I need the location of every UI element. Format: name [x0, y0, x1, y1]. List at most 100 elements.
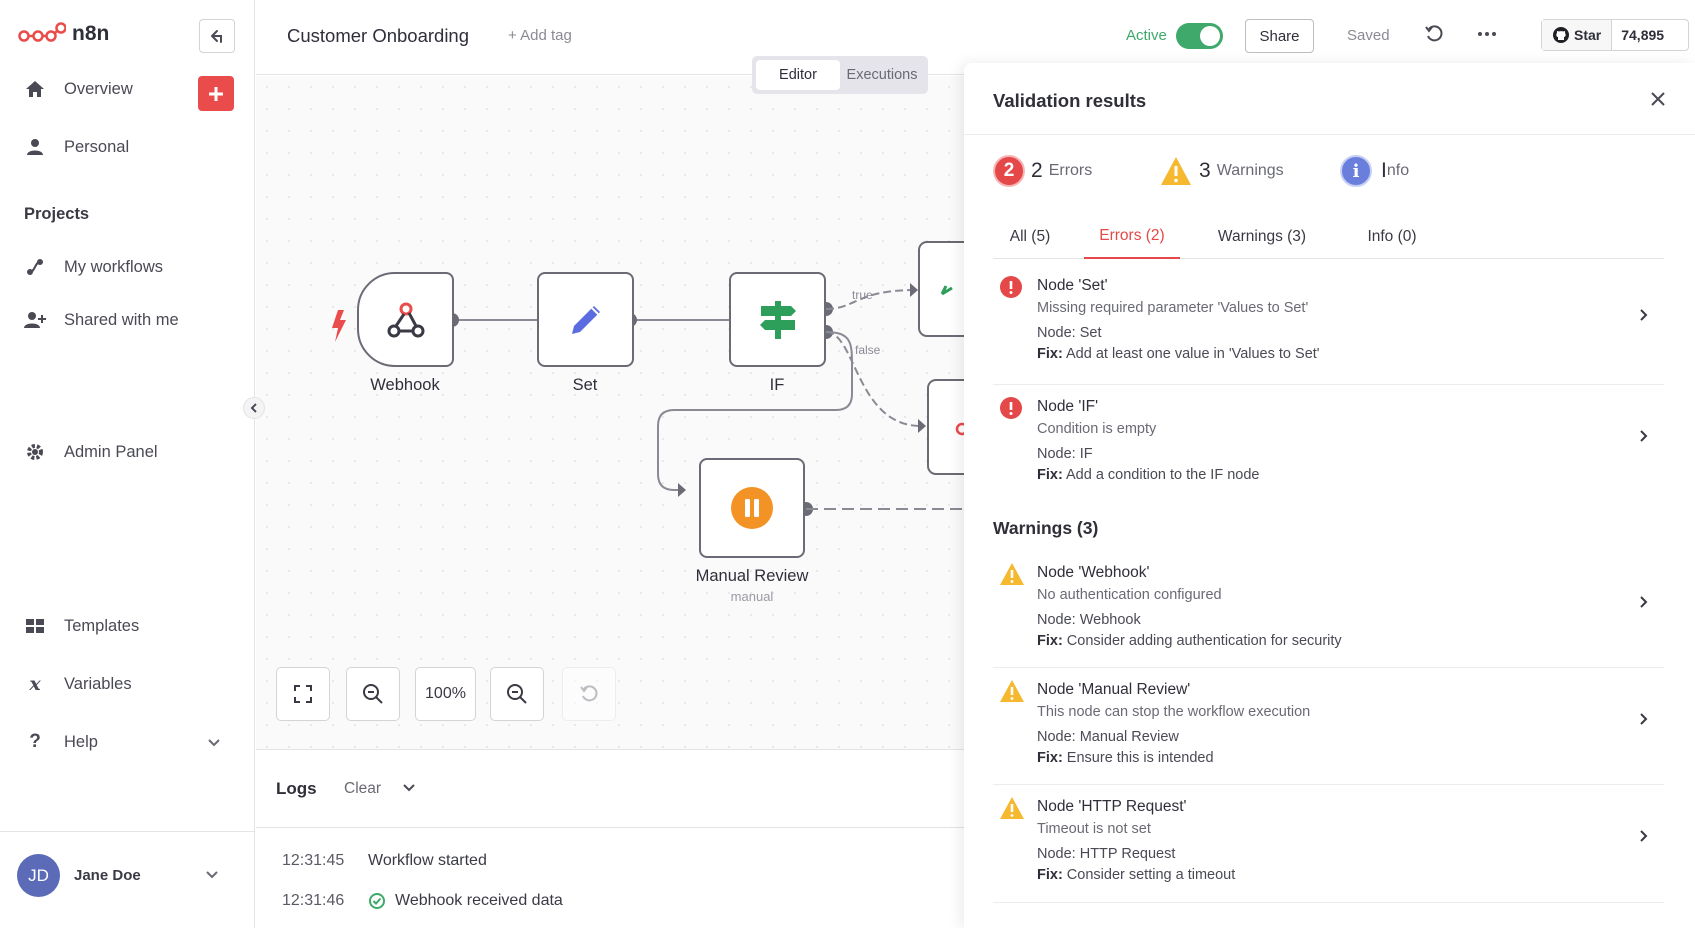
sidebar-item-admin-panel[interactable]: Admin Panel	[24, 441, 158, 463]
issue-node: Node: Set	[1037, 325, 1102, 341]
chevron-down-icon[interactable]	[205, 870, 219, 880]
history-icon[interactable]	[1424, 24, 1444, 44]
chevron-right-icon	[1640, 830, 1648, 842]
summary-errors: 2 2 Errors	[993, 155, 1092, 187]
success-check-icon	[369, 893, 385, 909]
zoom-reset-button[interactable]: 100%	[415, 667, 476, 721]
user-menu[interactable]: JD Jane Doe	[0, 831, 255, 928]
zoom-in-icon	[363, 684, 383, 704]
sidebar-item-templates[interactable]: Templates	[24, 615, 139, 637]
warning-item[interactable]: Node 'Manual Review' This node can stop …	[993, 668, 1664, 785]
edge-label-false: false	[855, 343, 881, 357]
node-sublabel-manual-review: manual	[730, 589, 774, 604]
github-star-button[interactable]: Star 74,895	[1541, 19, 1689, 51]
error-item[interactable]: Node 'Set' Missing required parameter 'V…	[993, 264, 1664, 385]
issue-node: Node: Webhook	[1037, 612, 1141, 628]
node-label-if: IF	[769, 376, 785, 394]
log-time: 12:31:46	[282, 892, 345, 909]
trigger-bolt-icon	[332, 310, 346, 342]
node-label-webhook: Webhook	[370, 376, 440, 394]
sidebar-item-label: Overview	[64, 79, 133, 98]
warnings-heading: Warnings (3)	[993, 518, 1099, 538]
tab-editor[interactable]: Editor	[756, 60, 840, 90]
sidebar-item-my-workflows[interactable]: My workflows	[24, 256, 163, 278]
n8n-logo-icon	[18, 22, 66, 42]
projects-heading: Projects	[24, 205, 90, 223]
log-entry: 12:31:45 Workflow started	[282, 852, 487, 870]
sidebar-toggle-button[interactable]	[243, 397, 265, 419]
log-entry: 12:31:46 Webhook received data	[282, 892, 563, 910]
saved-status: Saved	[1347, 27, 1390, 44]
sidebar: n8n Overview Personal Projects My workfl…	[0, 0, 255, 928]
panel-divider	[964, 134, 1695, 135]
logs-clear-button[interactable]: Clear	[344, 780, 381, 798]
warning-item[interactable]: Node 'Webhook' No authentication configu…	[993, 551, 1664, 668]
sidebar-item-label: Shared with me	[64, 310, 179, 329]
info-label: nfo	[1386, 162, 1410, 179]
tab-errors[interactable]: Errors (2)	[1084, 215, 1180, 259]
share-button[interactable]: Share	[1245, 19, 1314, 53]
tab-warnings[interactable]: Warnings (3)	[1201, 215, 1323, 259]
fullscreen-icon	[294, 685, 312, 703]
node-set[interactable]	[537, 272, 634, 367]
issue-title: Node 'Manual Review'	[1037, 681, 1191, 698]
user-name: Jane Doe	[74, 867, 141, 884]
warning-count: 3	[1199, 159, 1211, 182]
create-button[interactable]	[198, 76, 234, 111]
error-label: Errors	[1048, 162, 1093, 179]
sidebar-item-help[interactable]: ? Help	[24, 731, 98, 753]
chevron-right-icon	[1640, 596, 1648, 608]
more-options-icon[interactable]	[1476, 24, 1498, 44]
zoom-in-button[interactable]	[346, 667, 400, 721]
chevron-down-icon[interactable]	[402, 783, 416, 793]
workflow-name[interactable]: Customer Onboarding	[287, 25, 469, 47]
node-manual-review[interactable]	[699, 458, 805, 558]
issue-description: This node can stop the workflow executio…	[1037, 704, 1311, 720]
issue-node: Node: Manual Review	[1037, 729, 1179, 745]
tab-info[interactable]: Info (0)	[1343, 215, 1441, 259]
logs-panel: Logs Clear 12:31:45 Workflow started 12:…	[256, 749, 964, 928]
logs-divider	[256, 827, 964, 828]
fit-view-button[interactable]	[276, 667, 330, 721]
user-icon	[24, 136, 46, 158]
issue-title: Node 'IF'	[1037, 398, 1099, 415]
sidebar-item-label: Help	[64, 732, 98, 751]
sidebar-item-overview[interactable]: Overview	[24, 78, 133, 100]
variable-icon: x	[29, 673, 41, 695]
node-webhook[interactable]	[357, 272, 454, 367]
issue-description: Missing required parameter 'Values to Se…	[1037, 300, 1309, 316]
warning-item[interactable]: Node 'HTTP Request' Timeout is not set N…	[993, 785, 1664, 903]
sidebar-item-personal[interactable]: Personal	[24, 136, 129, 158]
workflow-icon	[24, 256, 46, 278]
workflow-canvas[interactable]: true false Webhook Set IF Manual Review …	[256, 76, 964, 749]
log-message: Webhook received data	[395, 892, 563, 909]
tab-all[interactable]: All (5)	[993, 215, 1067, 259]
issue-node: Node: HTTP Request	[1037, 846, 1176, 862]
error-item[interactable]: Node 'IF' Condition is empty Node: IF Fi…	[993, 385, 1664, 500]
error-count: 2	[1031, 159, 1043, 182]
warning-label: Warnings	[1216, 162, 1284, 179]
active-label: Active	[1126, 27, 1167, 44]
panel-title: Validation results	[993, 90, 1147, 111]
collapse-sidebar-button[interactable]	[199, 19, 235, 53]
issue-fix: Fix: Consider adding authentication for …	[1037, 633, 1342, 649]
sidebar-item-shared-with-me[interactable]: Shared with me	[24, 309, 179, 331]
undo-button[interactable]	[562, 667, 616, 721]
chevron-down-icon[interactable]	[207, 738, 221, 748]
add-tag-link[interactable]: + Add tag	[508, 27, 572, 44]
zoom-out-button[interactable]	[490, 667, 544, 721]
issue-description: No authentication configured	[1037, 587, 1222, 603]
tab-executions[interactable]: Executions	[840, 60, 924, 90]
validation-tabs: All (5) Errors (2) Warnings (3) Info (0)	[993, 215, 1664, 259]
warning-icon	[1000, 680, 1024, 702]
sidebar-item-label: Templates	[64, 616, 140, 635]
box-icon	[24, 615, 46, 637]
user-plus-icon	[24, 309, 46, 331]
close-icon[interactable]	[1650, 91, 1666, 107]
sidebar-item-variables[interactable]: x Variables	[24, 673, 131, 695]
n8n-logo[interactable]: n8n	[18, 22, 109, 46]
summary-warnings: 3 Warnings	[1159, 155, 1284, 187]
chevron-right-icon	[1640, 309, 1648, 321]
active-toggle[interactable]	[1176, 23, 1223, 49]
node-if[interactable]	[729, 272, 826, 367]
